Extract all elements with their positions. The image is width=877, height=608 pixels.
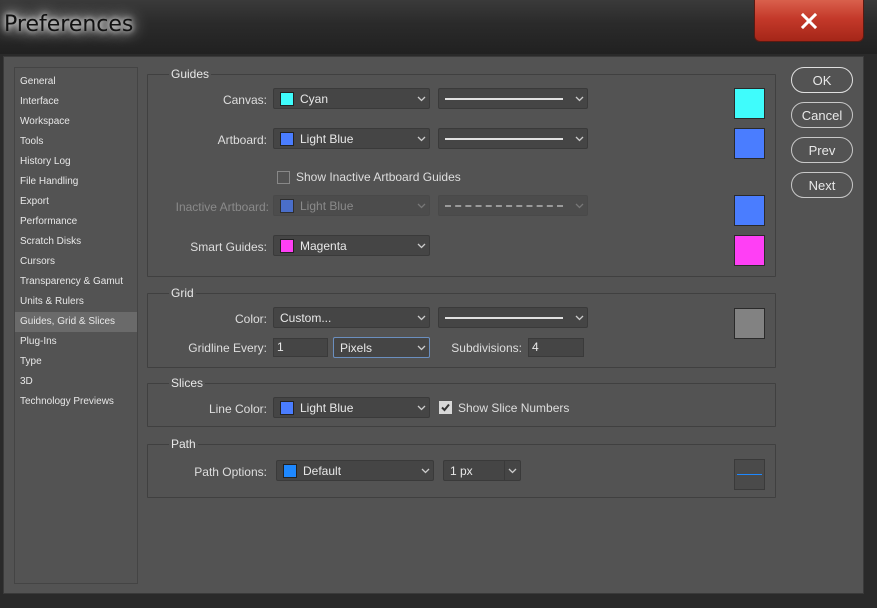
grid-title: Grid	[169, 286, 196, 300]
smart-guides-label: Smart Guides:	[190, 240, 267, 254]
checkmark-icon	[441, 403, 450, 412]
chevron-down-icon	[571, 129, 587, 148]
sidebar-item-guides-grid-slices[interactable]: Guides, Grid & Slices	[15, 312, 137, 332]
sidebar-item-3d[interactable]: 3D	[15, 372, 137, 392]
canvas-color-swatch	[280, 91, 294, 106]
cancel-button[interactable]: Cancel	[791, 102, 853, 128]
path-color-name: Default	[303, 463, 342, 478]
subdivisions-input[interactable]: 4	[528, 338, 584, 357]
show-inactive-artboard-guides-label: Show Inactive Artboard Guides	[296, 170, 461, 184]
path-size-value: 1 px	[450, 463, 473, 478]
grid-color-label: Color:	[234, 312, 267, 326]
artboard-label: Artboard:	[217, 133, 267, 147]
sidebar-item-scratch-disks[interactable]: Scratch Disks	[15, 232, 137, 252]
slice-line-color-select[interactable]: Light Blue	[273, 397, 430, 418]
title-bar: Preferences	[0, 0, 877, 56]
grid-color-preview[interactable]	[734, 308, 765, 339]
show-slice-numbers-checkbox[interactable]	[439, 401, 452, 414]
inactive-artboard-label: Inactive Artboard:	[175, 200, 269, 214]
artboard-color-select[interactable]: Light Blue	[273, 128, 430, 149]
grid-line-style-select[interactable]	[438, 307, 588, 328]
gridline-every-input[interactable]: 1	[273, 338, 328, 357]
chevron-down-icon	[413, 129, 429, 148]
sidebar-item-cursors[interactable]: Cursors	[15, 252, 137, 272]
smart-guides-color-preview[interactable]	[734, 235, 765, 266]
gridline-every-label: Gridline Every:	[188, 341, 267, 355]
solid-line-icon	[445, 97, 563, 100]
sidebar-item-tools[interactable]: Tools	[15, 132, 137, 152]
sidebar-item-history-log[interactable]: History Log	[15, 152, 137, 172]
inactive-artboard-color-name: Light Blue	[300, 198, 354, 213]
dashed-line-icon	[445, 204, 563, 207]
sidebar-item-plug-ins[interactable]: Plug-Ins	[15, 332, 137, 352]
gridline-unit-value: Pixels	[340, 340, 373, 355]
sidebar-item-workspace[interactable]: Workspace	[15, 112, 137, 132]
sidebar-item-technology-previews[interactable]: Technology Previews	[15, 392, 137, 412]
path-options-label: Path Options:	[194, 465, 267, 479]
slice-line-color-label: Line Color:	[208, 402, 267, 416]
chevron-down-icon	[413, 89, 429, 108]
sidebar-item-transparency-gamut[interactable]: Transparency & Gamut	[15, 272, 137, 292]
path-color-select[interactable]: Default	[276, 460, 434, 481]
category-list: General Interface Workspace Tools Histor…	[14, 67, 138, 584]
artboard-line-style-select[interactable]	[438, 128, 588, 149]
chevron-down-icon	[571, 308, 587, 327]
sidebar-item-export[interactable]: Export	[15, 192, 137, 212]
grid-group	[147, 293, 776, 368]
slice-line-color-name: Light Blue	[300, 400, 354, 415]
grid-color-select[interactable]: Custom...	[273, 307, 430, 328]
chevron-down-icon	[504, 461, 520, 480]
chevron-down-icon	[413, 338, 429, 357]
preferences-dialog: General Interface Workspace Tools Histor…	[3, 56, 864, 594]
path-color-swatch	[283, 463, 297, 478]
smart-guides-color-select[interactable]: Magenta	[273, 235, 430, 256]
canvas-color-select[interactable]: Cyan	[273, 88, 430, 109]
artboard-color-preview[interactable]	[734, 128, 765, 159]
path-title: Path	[169, 437, 198, 451]
chevron-down-icon	[413, 196, 429, 215]
canvas-label: Canvas:	[222, 93, 267, 107]
inactive-artboard-line-style-select[interactable]	[438, 195, 588, 216]
sidebar-item-interface[interactable]: Interface	[15, 92, 137, 112]
sidebar-item-units-rulers[interactable]: Units & Rulers	[15, 292, 137, 312]
canvas-line-style-select[interactable]	[438, 88, 588, 109]
canvas-color-preview[interactable]	[734, 88, 765, 119]
close-icon	[800, 12, 818, 29]
gridline-unit-select[interactable]: Pixels	[333, 337, 430, 358]
slice-line-color-swatch	[280, 400, 294, 415]
grid-color-value: Custom...	[280, 310, 332, 325]
chevron-down-icon	[413, 308, 429, 327]
show-inactive-artboard-guides-checkbox[interactable]	[277, 171, 290, 184]
artboard-color-name: Light Blue	[300, 131, 354, 146]
canvas-color-name: Cyan	[300, 91, 329, 106]
smart-guides-color-name: Magenta	[300, 238, 347, 253]
path-size-select[interactable]: 1 px	[443, 460, 521, 481]
subdivisions-label: Subdivisions:	[451, 341, 522, 355]
window-title: Preferences	[4, 12, 134, 37]
sidebar-item-type[interactable]: Type	[15, 352, 137, 372]
smart-guides-color-swatch	[280, 238, 294, 253]
ok-button[interactable]: OK	[791, 67, 853, 93]
inactive-artboard-color-preview[interactable]	[734, 195, 765, 226]
slices-title: Slices	[169, 376, 206, 390]
chevron-down-icon	[413, 236, 429, 255]
solid-line-icon	[445, 316, 563, 319]
sidebar-item-general[interactable]: General	[15, 72, 137, 92]
show-slice-numbers-label: Show Slice Numbers	[458, 401, 570, 415]
path-preview	[734, 459, 765, 490]
chevron-down-icon	[417, 461, 433, 480]
solid-line-icon	[445, 137, 563, 140]
sidebar-item-file-handling[interactable]: File Handling	[15, 172, 137, 192]
close-button[interactable]	[754, 0, 864, 42]
inactive-artboard-color-swatch	[280, 198, 294, 213]
chevron-down-icon	[413, 398, 429, 417]
guides-title: Guides	[169, 67, 212, 81]
sidebar-item-performance[interactable]: Performance	[15, 212, 137, 232]
next-button[interactable]: Next	[791, 172, 853, 198]
chevron-down-icon	[571, 196, 587, 215]
inactive-artboard-color-select[interactable]: Light Blue	[273, 195, 430, 216]
artboard-color-swatch	[280, 131, 294, 146]
chevron-down-icon	[571, 89, 587, 108]
prev-button[interactable]: Prev	[791, 137, 853, 163]
